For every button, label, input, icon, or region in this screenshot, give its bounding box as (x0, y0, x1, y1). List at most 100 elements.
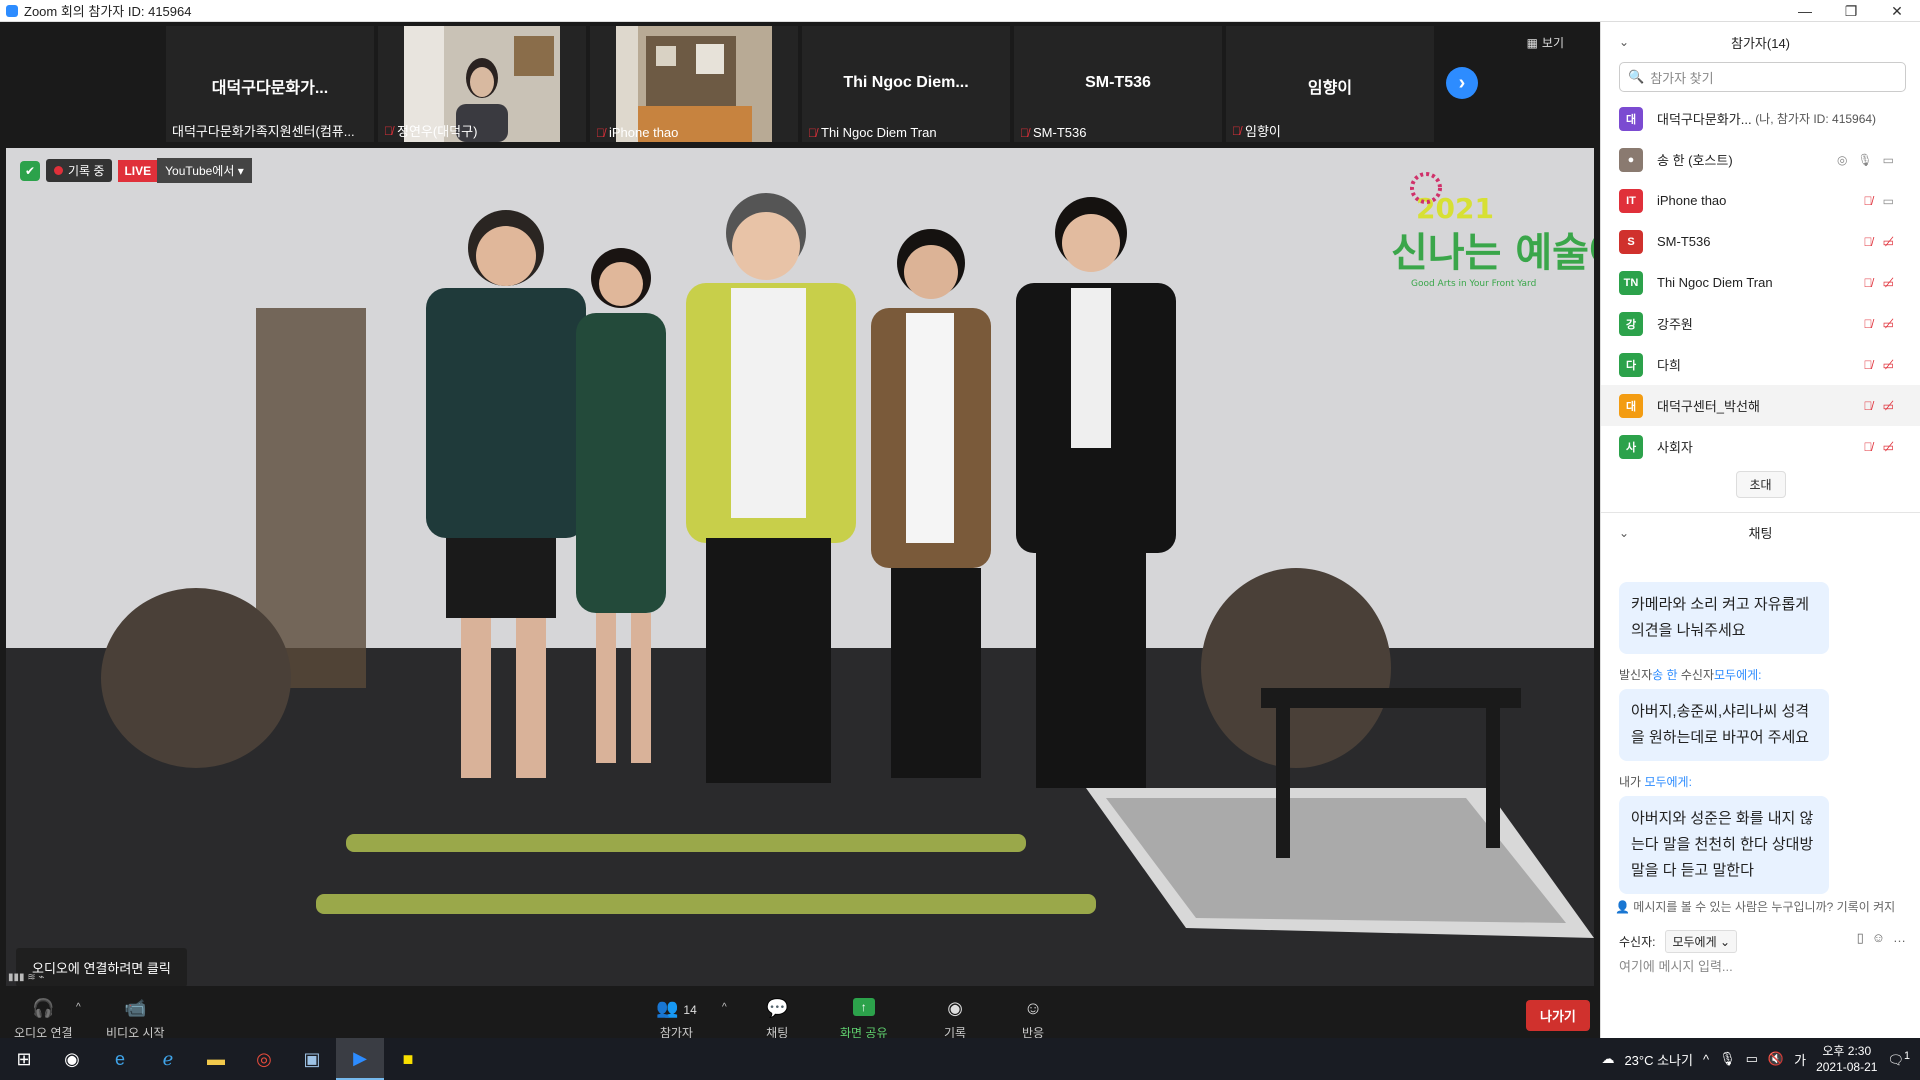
file-icon[interactable]: ▯ (1857, 930, 1864, 946)
app-icon[interactable]: ◉ (48, 1038, 96, 1080)
record-button[interactable]: ◉ 기록 (944, 998, 966, 1041)
folder-icon[interactable]: ▬ (192, 1038, 240, 1080)
person-lock-icon: 👤 (1615, 900, 1630, 914)
main-video[interactable]: 2021 신나는 예술여행 Good Arts in Your Front Ya… (6, 148, 1594, 986)
mic-muted-icon: 🎙̸ (384, 123, 393, 138)
participants-header: ⌄ 참가자(14) (1619, 35, 1790, 51)
video-start-button[interactable]: 📹 비디오 시작 (106, 998, 165, 1041)
participant-search-input[interactable]: 🔍 참가자 찾기 (1619, 62, 1906, 92)
reactions-button[interactable]: ☺ 반응 (1022, 998, 1044, 1041)
meeting-stage: 대덕구다문화가... 대덕구다문화가족지원센터(컴퓨... 🎙̸ 정연우(대덕구) (0, 22, 1600, 1060)
mic-muted-icon: 🎙̸ (808, 125, 817, 140)
mic-muted-icon: 🎙̸ (596, 125, 605, 140)
mic-muted-icon: 🎙̸ (1863, 357, 1873, 372)
audio-connect-button[interactable]: 🎧 오디오 연결 ^ (14, 998, 81, 1041)
svg-text:Good Arts in Your Front Yard: Good Arts in Your Front Yard (1411, 279, 1536, 289)
notifications-icon[interactable]: 🗨1 (1887, 1050, 1910, 1068)
leave-button[interactable]: 나가기 (1526, 1000, 1590, 1031)
participant-row[interactable]: 대 대덕구센터_박선해 🎙̸ ▭̸ (1601, 385, 1920, 426)
mic-icon[interactable]: 🎙 (1719, 1051, 1736, 1067)
windows-start-icon[interactable]: ⊞ (0, 1038, 48, 1080)
participant-row[interactable]: ● 송 한 (호스트) ◎ 🎙 ▭ (1601, 139, 1920, 180)
participant-row[interactable]: TN Thi Ngoc Diem Tran 🎙̸ ▭̸ (1601, 262, 1920, 303)
participant-strip: 대덕구다문화가... 대덕구다문화가족지원센터(컴퓨... 🎙̸ 정연우(대덕구) (0, 22, 1600, 146)
recording-badge[interactable]: 기록 중 (46, 159, 113, 182)
camera-off-icon: ▭̸ (1882, 398, 1894, 413)
minimize-button[interactable]: — (1782, 0, 1828, 22)
mic-muted-icon: 🎙̸ (1863, 275, 1873, 290)
invite-button[interactable]: 초대 (1735, 471, 1786, 498)
participants-button[interactable]: 👥 14 참가자 ^ (656, 998, 727, 1041)
kakaotalk-icon[interactable]: ■ (384, 1038, 432, 1080)
participant-row[interactable]: 대 대덕구다문화가... (나, 참가자 ID: 415964) (1601, 98, 1920, 139)
avatar: 대 (1619, 393, 1643, 418)
chat-icon: 💬 (766, 998, 789, 1018)
security-shield-icon[interactable]: ✔ (20, 160, 40, 181)
participant-tile[interactable]: 🎙̸ iPhone thao (590, 26, 798, 142)
network-icon[interactable]: ▭ (1746, 1051, 1758, 1067)
share-screen-button[interactable]: ↑ 화면 공유 (840, 998, 888, 1041)
next-page-button[interactable]: › (1446, 67, 1478, 99)
camera-off-icon: ▭̸ (1882, 275, 1894, 290)
chat-button[interactable]: 💬 채팅 (766, 998, 788, 1041)
avatar: 다 (1619, 352, 1643, 377)
smiley-icon: ☺ (1023, 998, 1043, 1018)
collapse-chevron-icon[interactable]: ⌄ (1619, 35, 1629, 49)
close-button[interactable]: ✕ (1874, 0, 1920, 22)
participants-options-caret[interactable]: ^ (722, 1002, 727, 1013)
view-button[interactable]: ▦ 보기 (1527, 34, 1564, 51)
camera-off-icon: ▭̸ (1882, 357, 1894, 372)
participant-tile[interactable]: 대덕구다문화가... 대덕구다문화가족지원센터(컴퓨... (166, 26, 374, 142)
app2-icon[interactable]: ▣ (288, 1038, 336, 1080)
record-dot-icon (54, 166, 63, 175)
chat-header: ⌄ 채팅 (1601, 512, 1920, 552)
chat-message: 아버지와 성준은 화를 내지 않는다 말을 천천히 한다 상대방말을 다 듣고 … (1619, 796, 1829, 894)
chat-log: 카메라와 소리 켜고 자유롭게 의견을 나눠주세요 발신자송 한 수신자모두에게… (1601, 582, 1920, 894)
participant-tile[interactable]: Thi Ngoc Diem... 🎙̸ Thi Ngoc Diem Tran (802, 26, 1010, 142)
participant-row[interactable]: 강 강주원 🎙̸ ▭̸ (1601, 303, 1920, 344)
participant-tile[interactable]: 임향이 🎙̸ 임향이 (1226, 26, 1434, 142)
participant-row[interactable]: 다 다희 🎙̸ ▭̸ (1601, 344, 1920, 385)
chat-privacy-hint[interactable]: 👤 메시지를 볼 수 있는 사람은 누구입니까? 기록이 켜지 (1615, 898, 1915, 915)
window-title: Zoom 회의 참가자 ID: 415964 (24, 4, 192, 19)
mic-muted-icon: 🎙̸ (1863, 398, 1873, 413)
chat-message-meta: 내가 모두에게: (1619, 775, 1692, 789)
system-tray: ☁ 23°C 소나기 ^ 🎙 ▭ 🔇 가 오후 2:30 2021-08-21 … (1601, 1038, 1920, 1080)
weather-text[interactable]: 23°C 소나기 (1624, 1050, 1693, 1069)
mic-muted-icon: 🎙̸ (1863, 193, 1873, 208)
chat-input[interactable]: 여기에 메시지 입력... (1619, 956, 1733, 975)
audio-options-caret[interactable]: ^ (76, 1002, 81, 1013)
more-icon[interactable]: … (1893, 930, 1906, 946)
emoji-icon[interactable]: ☺ (1872, 930, 1885, 946)
ime-indicator[interactable]: 가 (1794, 1050, 1806, 1069)
chrome-icon[interactable]: ◎ (240, 1038, 288, 1080)
clock[interactable]: 오후 2:30 2021-08-21 (1816, 1043, 1877, 1075)
network-status-icon: ▮▮▮ ≋ ⌁ (8, 972, 45, 983)
headphones-icon: 🎧 (32, 998, 55, 1018)
participant-tile[interactable]: 🎙̸ 정연우(대덕구) (378, 26, 586, 142)
participant-row[interactable]: 사 사회자 🎙̸ ▭̸ (1601, 426, 1920, 467)
camera-icon: ▭ (1882, 193, 1894, 208)
tile-label: iPhone thao (609, 125, 679, 140)
ie-icon[interactable]: ℯ (144, 1038, 192, 1080)
chat-message-meta: 발신자송 한 수신자모두에게: (1619, 668, 1762, 682)
tile-name: SM-T536 (1085, 74, 1151, 91)
stage-video-image: 2021 신나는 예술여행 Good Arts in Your Front Ya… (6, 148, 1594, 986)
participant-tile[interactable]: SM-T536 🎙̸ SM-T536 (1014, 26, 1222, 142)
collapse-chevron-icon[interactable]: ⌄ (1619, 526, 1629, 540)
receiver-select[interactable]: 모두에게 ⌄ (1665, 930, 1738, 953)
video-off-icon: 📹 (124, 998, 147, 1018)
live-badge: LIVE (118, 159, 158, 182)
participant-row[interactable]: IT iPhone thao 🎙̸ ▭ (1601, 180, 1920, 221)
youtube-dropdown[interactable]: YouTube에서 ▾ (157, 158, 252, 183)
search-icon: 🔍 (1628, 69, 1645, 84)
speaker-muted-icon[interactable]: 🔇 (1768, 1051, 1784, 1067)
restore-button[interactable]: ❐ (1828, 0, 1874, 22)
participant-row[interactable]: S SM-T536 🎙̸ ▭̸ (1601, 221, 1920, 262)
tray-expand-icon[interactable]: ^ (1703, 1052, 1709, 1067)
window-titlebar: Zoom 회의 참가자 ID: 415964 — ❐ ✕ (0, 0, 1920, 22)
weather-icon: ☁ (1601, 1051, 1615, 1066)
zoom-icon[interactable]: ▶ (336, 1038, 384, 1080)
edge-icon[interactable]: e (96, 1038, 144, 1080)
tile-label: 임향이 (1245, 124, 1281, 139)
